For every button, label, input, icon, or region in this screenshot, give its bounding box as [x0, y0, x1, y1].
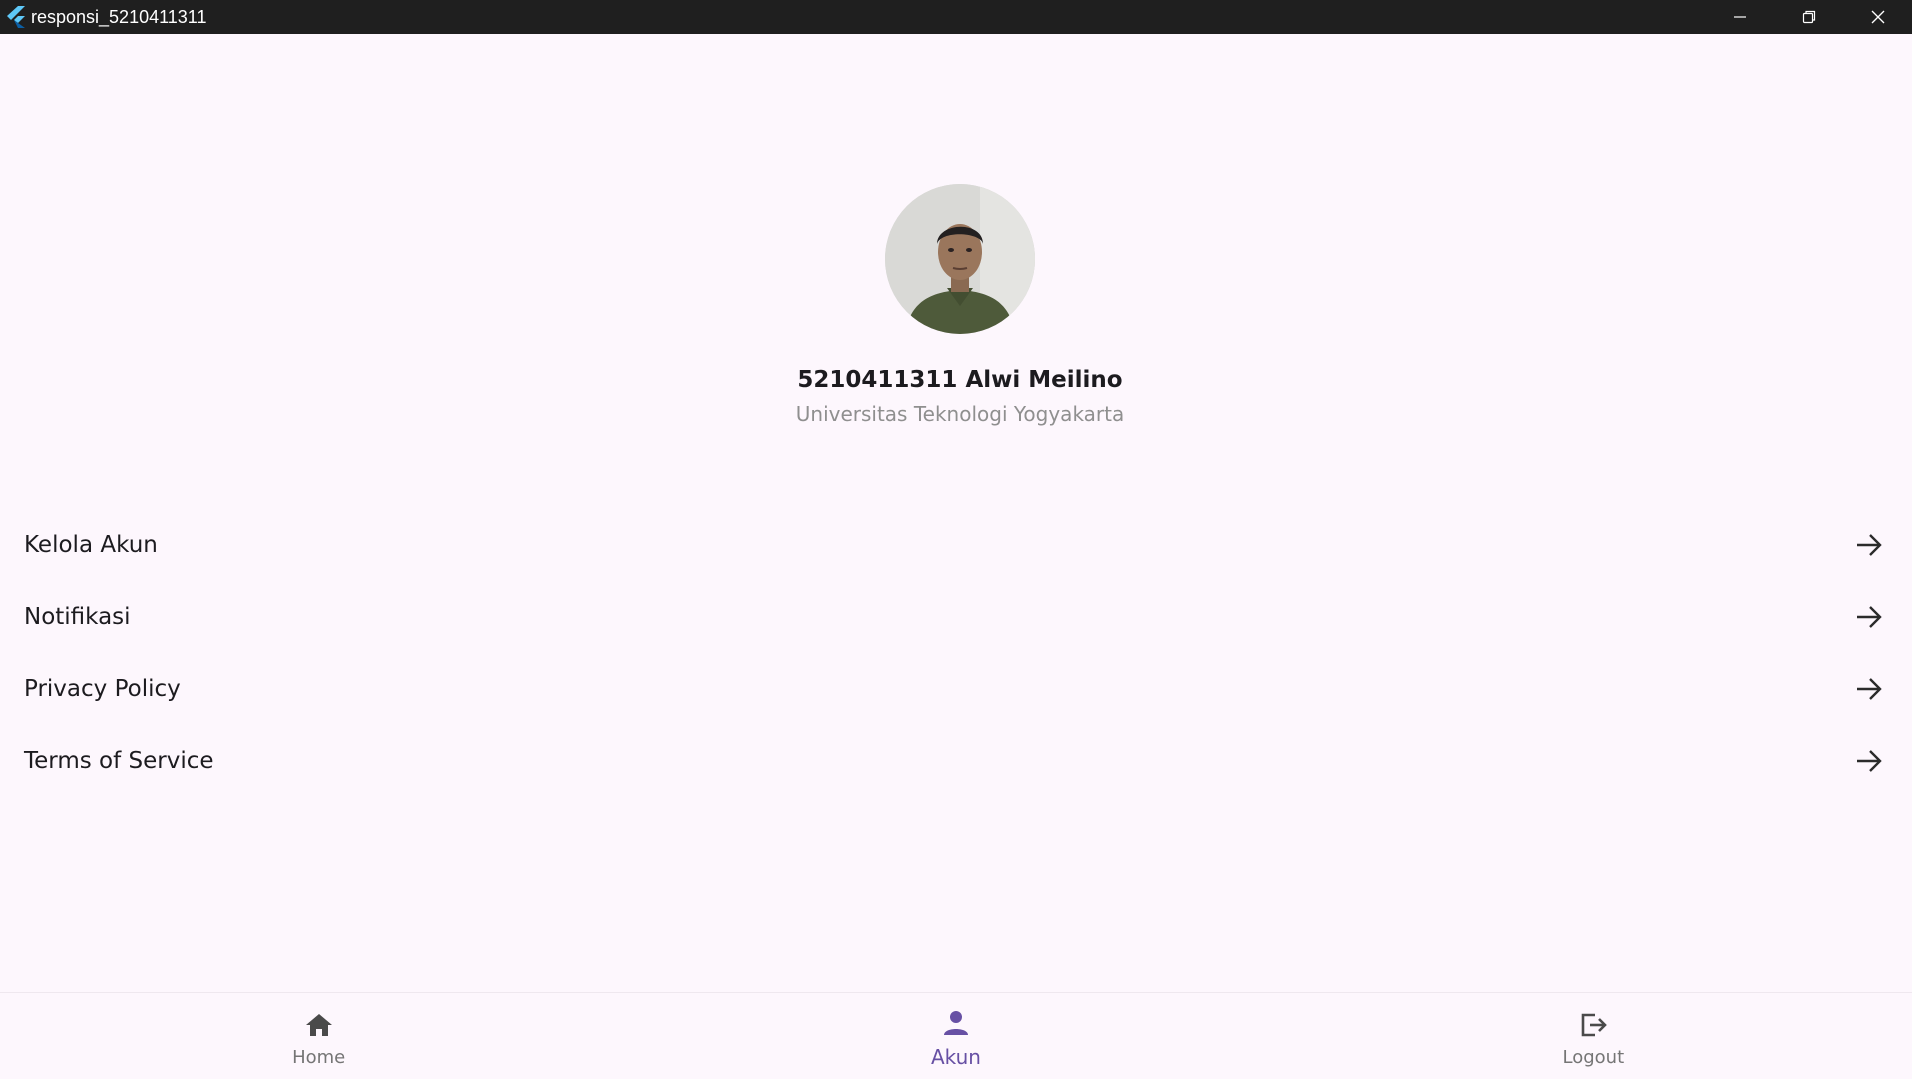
nav-item-logout[interactable]: Logout — [1275, 993, 1912, 1079]
nav-item-akun[interactable]: Akun — [637, 993, 1274, 1079]
arrow-right-icon — [1857, 678, 1882, 700]
profile-institution: Universitas Teknologi Yogyakarta — [795, 402, 1125, 426]
menu-item-label: Notifikasi — [24, 604, 131, 630]
profile-name: 5210411311 Alwi Meilino — [797, 367, 1123, 393]
minimize-icon — [1733, 16, 1746, 18]
account-page: 5210411311 Alwi Meilino Universitas Tekn… — [0, 34, 1912, 992]
person-icon — [940, 1007, 972, 1039]
nav-label: Akun — [930, 1045, 981, 1069]
menu-item-label: Privacy Policy — [24, 676, 181, 702]
bottom-navigation-bar: Home Akun Logout — [0, 992, 1912, 1079]
restore-button[interactable] — [1774, 0, 1843, 34]
profile-photo — [885, 184, 1035, 334]
logout-icon — [1577, 1009, 1609, 1041]
close-icon — [1871, 10, 1884, 24]
nav-label: Logout — [1562, 1046, 1625, 1068]
arrow-right-icon — [1857, 606, 1882, 628]
menu-item-privacy-policy[interactable]: Privacy Policy — [0, 653, 1912, 725]
arrow-right-icon — [1857, 534, 1882, 556]
menu-item-kelola-akun[interactable]: Kelola Akun — [0, 509, 1912, 581]
window-titlebar: responsi_5210411311 — [0, 0, 1912, 34]
close-button[interactable] — [1843, 0, 1912, 34]
home-icon — [303, 1009, 335, 1041]
minimize-button[interactable] — [1705, 0, 1774, 34]
menu-item-notifikasi[interactable]: Notifikasi — [0, 581, 1912, 653]
avatar — [885, 184, 1035, 334]
menu-item-label: Terms of Service — [24, 748, 214, 774]
account-menu: Kelola Akun Notifikasi Privacy Policy Te… — [0, 509, 1912, 797]
window-controls — [1705, 0, 1912, 34]
arrow-right-icon — [1857, 750, 1882, 772]
menu-item-terms-of-service[interactable]: Terms of Service — [0, 725, 1912, 797]
window-title: responsi_5210411311 — [31, 6, 207, 27]
restore-icon — [1802, 10, 1815, 24]
nav-item-home[interactable]: Home — [0, 993, 637, 1079]
nav-label: Home — [292, 1046, 346, 1068]
menu-item-label: Kelola Akun — [24, 532, 158, 558]
flutter-logo-icon — [5, 6, 27, 28]
